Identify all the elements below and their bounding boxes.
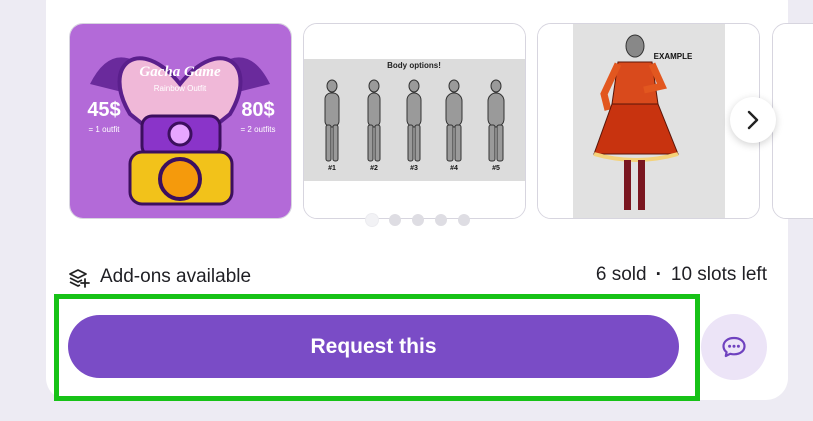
gallery-image-2[interactable]: Body options! #1 #2 #3 #4 #5 [303,23,526,219]
layers-plus-icon [69,269,90,288]
carousel-dot-5[interactable] [458,214,470,226]
carousel-dot-3[interactable] [412,214,424,226]
sold-count: 6 sold [595,264,647,285]
partial-next-image [773,24,813,218]
image-carousel: Gacha Game Rainbow Outfit 45$ = 1 outfit… [0,0,813,232]
sales-stats: 6 sold · 10 slots left [596,264,767,286]
chat-button[interactable] [701,314,767,380]
carousel-dot-4[interactable] [435,214,447,226]
sheet-title: Body options! [387,61,441,70]
carousel-dot-2[interactable] [389,214,401,226]
addons-label: Add-ons available [100,266,252,287]
artwork-subtitle: Rainbow Outfit [154,84,207,93]
chat-bubble-icon [722,336,746,358]
right-price: 80$ [241,99,274,121]
example-label: EXAMPLE [654,52,693,61]
body-label-5: #5 [492,165,500,172]
artwork-title: Gacha Game [139,64,221,80]
carousel-next-button[interactable] [730,97,776,143]
gacha-pricing-artwork: Gacha Game Rainbow Outfit 45$ = 1 outfit… [70,24,291,218]
gallery-image-3[interactable]: EXAMPLE [537,23,760,219]
chevron-right-icon [747,110,759,130]
slots-left: 10 slots left [670,264,767,285]
gallery-image-1[interactable]: Gacha Game Rainbow Outfit 45$ = 1 outfit… [69,23,292,219]
left-note: = 1 outfit [89,125,121,134]
right-note: = 2 outfits [241,125,276,134]
request-button[interactable]: Request this [68,315,679,378]
left-price: 45$ [87,99,120,121]
addons-info: Add-ons available [68,266,251,288]
stats-separator: · [655,264,662,285]
body-label-3: #3 [410,165,418,172]
carousel-dots [366,214,470,226]
body-label-2: #2 [370,165,378,172]
body-label-1: #1 [328,165,336,172]
body-label-4: #4 [450,165,458,172]
body-options-sheet: Body options! #1 #2 #3 #4 #5 [304,24,525,218]
example-outfit-drawing: EXAMPLE [538,24,759,218]
gallery-image-4[interactable] [772,23,813,219]
carousel-dot-1[interactable] [366,214,378,226]
